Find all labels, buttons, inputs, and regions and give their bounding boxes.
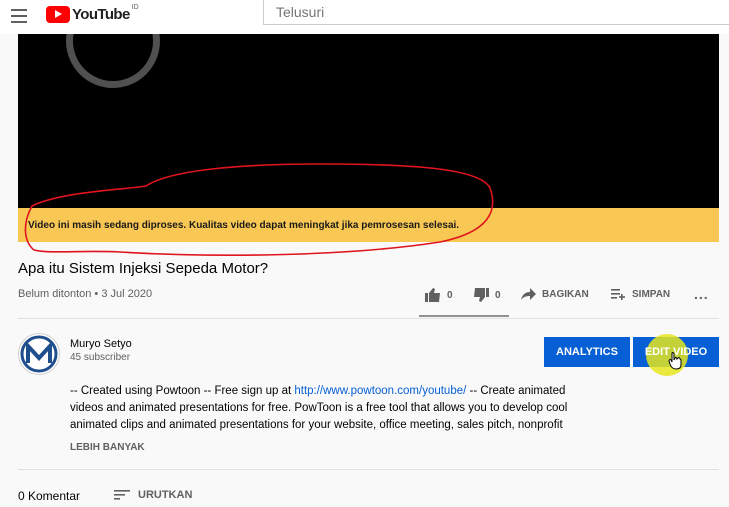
video-player[interactable]: Video ini masih sedang diproses. Kualita…: [18, 34, 719, 242]
subscriber-count: 45 subscriber: [70, 352, 131, 363]
sort-button[interactable]: URUTKAN: [114, 489, 192, 501]
channel-avatar[interactable]: [18, 333, 60, 375]
thumb-down-icon: [474, 288, 489, 302]
save-label: SIMPAN: [632, 288, 671, 300]
show-more-button[interactable]: LEBIH BANYAK: [70, 442, 145, 453]
dislike-count: 0: [495, 289, 501, 301]
video-meta: Belum ditonton • 3 Jul 2020: [18, 288, 153, 300]
menu-icon[interactable]: [11, 9, 27, 23]
divider-bottom: [18, 469, 719, 470]
processing-message: Video ini masih sedang diproses. Kualita…: [28, 220, 460, 231]
top-bar: YouTube ID Telusuri: [0, 0, 729, 34]
more-actions-icon[interactable]: ...: [694, 286, 709, 302]
search-input[interactable]: Telusuri: [263, 0, 729, 25]
save-button[interactable]: SIMPAN: [611, 288, 670, 300]
share-button[interactable]: BAGIKAN: [521, 288, 589, 300]
sort-label: URUTKAN: [138, 489, 193, 501]
description-link[interactable]: http://www.powtoon.com/youtube/: [294, 385, 466, 397]
channel-logo-icon: [20, 335, 58, 373]
divider-top: [18, 318, 719, 319]
video-description: -- Created using Powtoon -- Free sign up…: [70, 383, 590, 434]
sentiment-bar: [419, 315, 509, 317]
country-code: ID: [131, 3, 139, 11]
comment-count: 0 Komentar: [18, 489, 81, 503]
like-count: 0: [447, 289, 453, 301]
processing-banner: Video ini masih sedang diproses. Kualita…: [18, 208, 719, 242]
like-button[interactable]: 0: [425, 288, 453, 302]
thumb-up-icon: [425, 288, 440, 302]
processing-spinner-icon: [66, 34, 160, 88]
video-title: Apa itu Sistem Injeksi Sepeda Motor?: [18, 260, 269, 277]
description-part1: -- Created using Powtoon -- Free sign up…: [70, 385, 295, 397]
search-placeholder: Telusuri: [276, 4, 325, 20]
dislike-button[interactable]: 0: [473, 288, 501, 302]
logo-text: YouTube: [72, 5, 130, 23]
playlist-add-icon: [611, 289, 625, 300]
share-label: BAGIKAN: [542, 288, 589, 300]
edit-video-label: EDIT VIDEO: [644, 346, 708, 358]
youtube-logo[interactable]: YouTube ID: [46, 4, 139, 24]
sort-icon: [114, 490, 130, 500]
youtube-play-icon: [46, 5, 70, 23]
analytics-button[interactable]: ANALYTICS: [544, 337, 630, 367]
share-icon: [521, 288, 536, 300]
channel-name[interactable]: Muryo Setyo: [70, 338, 132, 350]
